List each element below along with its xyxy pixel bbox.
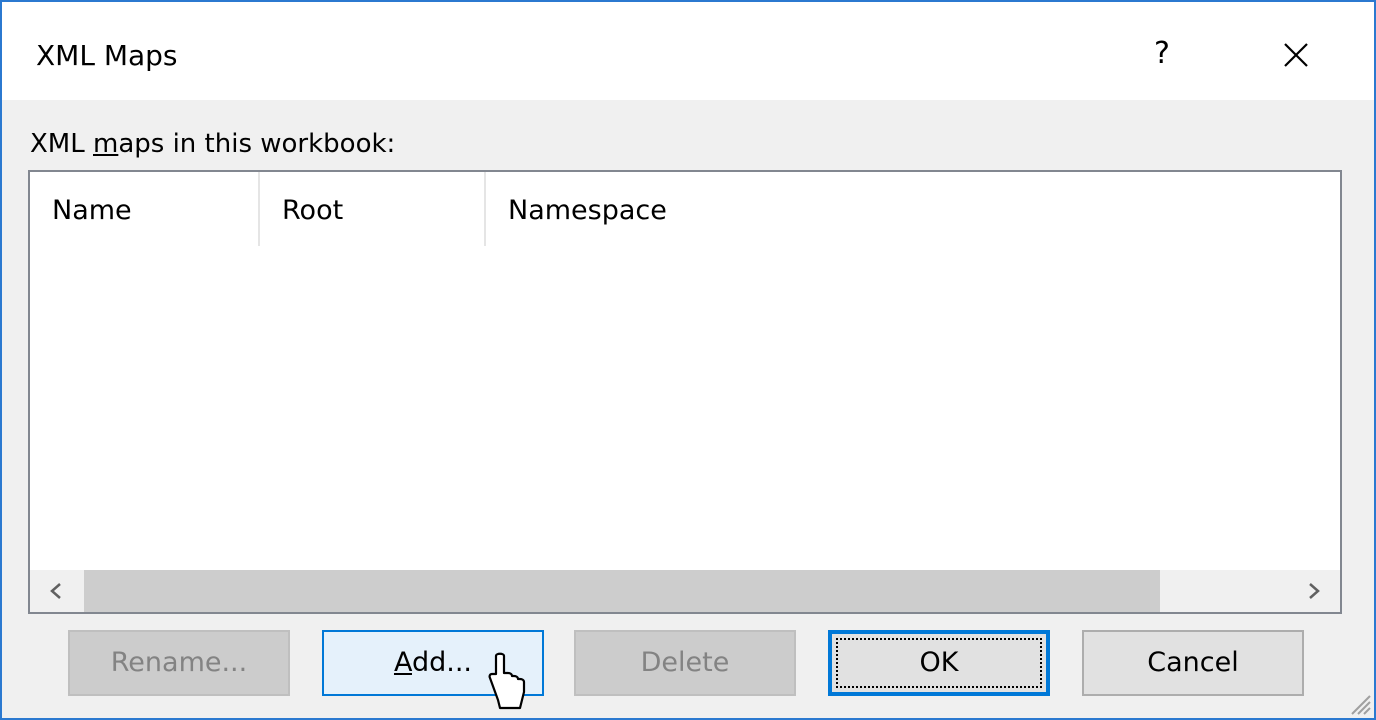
label-mnemonic: m <box>93 129 119 159</box>
focus-rectangle <box>836 638 1042 688</box>
list-header: Name Root Namespace <box>30 172 1340 246</box>
resize-grip-icon[interactable] <box>1346 690 1372 716</box>
label-prefix: XML <box>30 129 93 159</box>
label-suffix: aps in this workbook: <box>118 129 396 159</box>
help-button[interactable]: ? <box>1142 26 1182 82</box>
close-button[interactable] <box>1270 26 1322 82</box>
horizontal-scrollbar[interactable] <box>30 570 1340 612</box>
chevron-right-icon <box>1309 583 1320 599</box>
ok-button[interactable]: OK <box>828 630 1050 696</box>
column-header-name[interactable]: Name <box>30 172 258 246</box>
mouse-pointer-icon <box>488 652 526 710</box>
xml-maps-list[interactable]: Name Root Namespace <box>28 170 1342 614</box>
rename-button[interactable]: Rename... <box>68 630 290 696</box>
xml-maps-dialog: XML Maps ? XML maps in this workbook: Na… <box>0 0 1376 720</box>
scroll-thumb[interactable] <box>84 570 1160 612</box>
title-bar: XML Maps ? <box>2 2 1374 100</box>
add-label-rest: dd... <box>411 647 473 678</box>
delete-button[interactable]: Delete <box>574 630 796 696</box>
scroll-right-button[interactable] <box>1288 570 1340 612</box>
column-header-namespace[interactable]: Namespace <box>486 172 886 246</box>
add-mnemonic: A <box>393 647 412 678</box>
column-header-root[interactable]: Root <box>260 172 484 246</box>
xml-maps-label: XML maps in this workbook: <box>30 126 395 162</box>
close-icon <box>1284 43 1308 67</box>
window-title: XML Maps <box>36 39 178 72</box>
chevron-left-icon <box>50 583 61 599</box>
cancel-button[interactable]: Cancel <box>1082 630 1304 696</box>
scroll-left-button[interactable] <box>30 570 82 612</box>
